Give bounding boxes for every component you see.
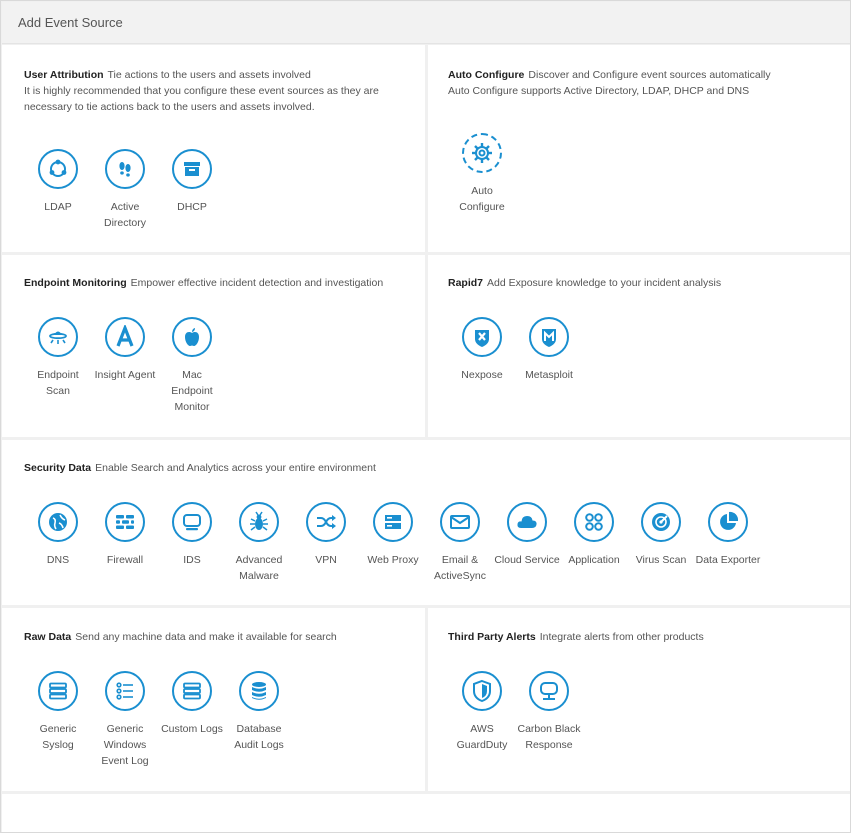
radar-icon <box>641 502 681 542</box>
section-title-user-attribution: User Attribution Tie actions to the users… <box>24 69 379 113</box>
footprints-icon <box>105 149 145 189</box>
section-title-auto-configure: Auto Configure Discover and Configure eve… <box>448 69 771 97</box>
tile-virus-scan[interactable]: Virus Scan <box>627 502 695 568</box>
tile-active-directory[interactable]: Active Directory <box>91 149 159 231</box>
list-icon <box>105 671 145 711</box>
tile-data-exporter[interactable]: Data Exporter <box>694 502 762 568</box>
add-event-source-window: Add Event Source User Attribution Tie act… <box>0 0 851 833</box>
metasploit-icon <box>529 317 569 357</box>
envelope-icon <box>440 502 480 542</box>
tile-aws-guardduty[interactable]: AWS GuardDuty <box>448 671 516 753</box>
section-title-security-data: Security Data Enable Search and Analytics… <box>24 462 376 474</box>
tile-cloud-service[interactable]: Cloud Service <box>493 502 561 568</box>
tile-carbon-black-response[interactable]: Carbon Black Response <box>515 671 583 753</box>
pie-chart-icon <box>708 502 748 542</box>
tile-vpn[interactable]: VPN <box>292 502 360 568</box>
tile-nexpose[interactable]: Nexpose <box>448 317 516 383</box>
window-header: Add Event Source <box>2 2 850 44</box>
shield-icon <box>462 671 502 711</box>
section-title-rapid7: Rapid7 Add Exposure knowledge to your inc… <box>448 277 722 289</box>
apple-icon <box>172 317 212 357</box>
tile-ldap[interactable]: LDAP <box>24 149 92 215</box>
stack-icon <box>172 671 212 711</box>
monitor-icon <box>172 502 212 542</box>
page-title: Add Event Source <box>18 15 123 30</box>
ldap-icon <box>38 149 78 189</box>
tile-endpoint-scan[interactable]: Endpoint Scan <box>24 317 92 399</box>
section-title-third-party-alerts: Third Party Alerts Integrate alerts from … <box>448 631 704 643</box>
globe-icon <box>38 502 78 542</box>
tile-auto-configure[interactable]: Auto Configure <box>448 133 516 215</box>
tile-custom-logs[interactable]: Custom Logs <box>158 671 226 737</box>
tile-advanced-malware[interactable]: Advanced Malware <box>225 502 293 584</box>
tile-ids[interactable]: IDS <box>158 502 226 568</box>
shuffle-icon <box>306 502 346 542</box>
tile-generic-windows-event-log[interactable]: Generic Windows Event Log <box>91 671 159 769</box>
tile-application[interactable]: Application <box>560 502 628 568</box>
tile-generic-syslog[interactable]: Generic Syslog <box>24 671 92 753</box>
database-icon <box>239 671 279 711</box>
tile-metasploit[interactable]: Metasploit <box>515 317 583 383</box>
tile-database-audit-logs[interactable]: Database Audit Logs <box>225 671 293 753</box>
bug-icon <box>239 502 279 542</box>
tile-web-proxy[interactable]: Web Proxy <box>359 502 427 568</box>
nexpose-icon <box>462 317 502 357</box>
section-title-endpoint-monitoring: Endpoint Monitoring Empower effective inc… <box>24 277 384 289</box>
tile-insight-agent[interactable]: Insight Agent <box>91 317 159 383</box>
display-icon <box>529 671 569 711</box>
letter-a-icon <box>105 317 145 357</box>
tile-firewall[interactable]: Firewall <box>91 502 159 568</box>
server-icon <box>373 502 413 542</box>
tile-dhcp[interactable]: DHCP <box>158 149 226 215</box>
box-icon <box>172 149 212 189</box>
cloud-icon <box>507 502 547 542</box>
ufo-icon <box>38 317 78 357</box>
stack-icon <box>38 671 78 711</box>
tile-dns[interactable]: DNS <box>24 502 92 568</box>
bottom-blank-area <box>2 794 850 832</box>
tile-mac-endpoint-monitor[interactable]: Mac Endpoint Monitor <box>158 317 226 415</box>
tile-email-activesync[interactable]: Email & ActiveSync <box>426 502 494 584</box>
brick-wall-icon <box>105 502 145 542</box>
section-title-raw-data: Raw Data Send any machine data and make i… <box>24 631 337 643</box>
gear-icon <box>462 133 502 173</box>
apps-icon <box>574 502 614 542</box>
